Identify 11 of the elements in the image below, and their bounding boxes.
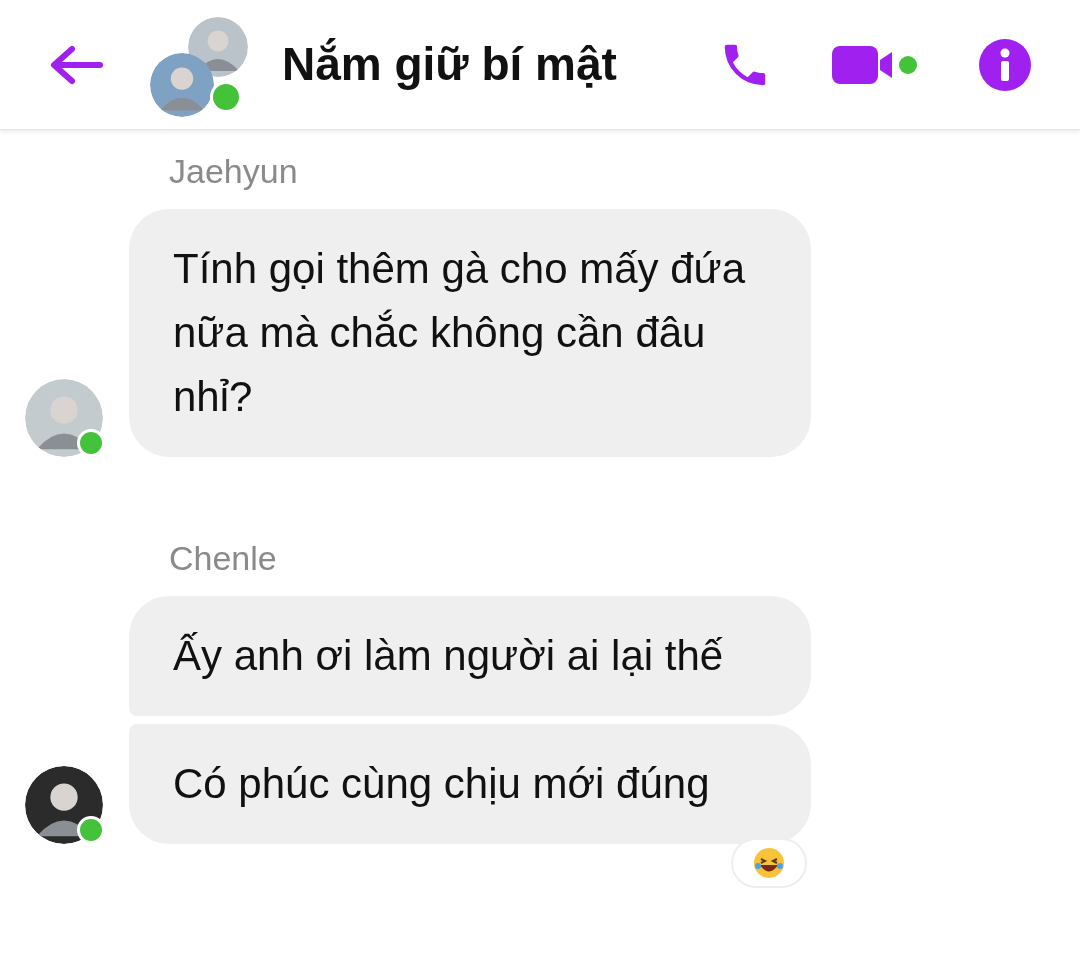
avatar[interactable] (25, 766, 103, 844)
message-bubble[interactable]: Có phúc cùng chịu mới đúng (129, 724, 811, 844)
laughing-face-icon (752, 846, 786, 880)
message-bubble[interactable]: Tính gọi thêm gà cho mấy đứa nữa mà chắc không cần đâu nhỉ? (129, 209, 811, 457)
message-bubble[interactable]: Ấy anh ơi làm người ai lại thế (129, 596, 811, 716)
sender-name: Jaehyun (168, 151, 299, 192)
back-arrow-icon[interactable] (48, 44, 104, 85)
sender-name: Chenle (168, 538, 278, 579)
chat-title[interactable]: Nắm giữ bí mật (282, 30, 617, 99)
info-icon[interactable] (978, 37, 1032, 92)
reaction-badge[interactable] (731, 838, 807, 888)
